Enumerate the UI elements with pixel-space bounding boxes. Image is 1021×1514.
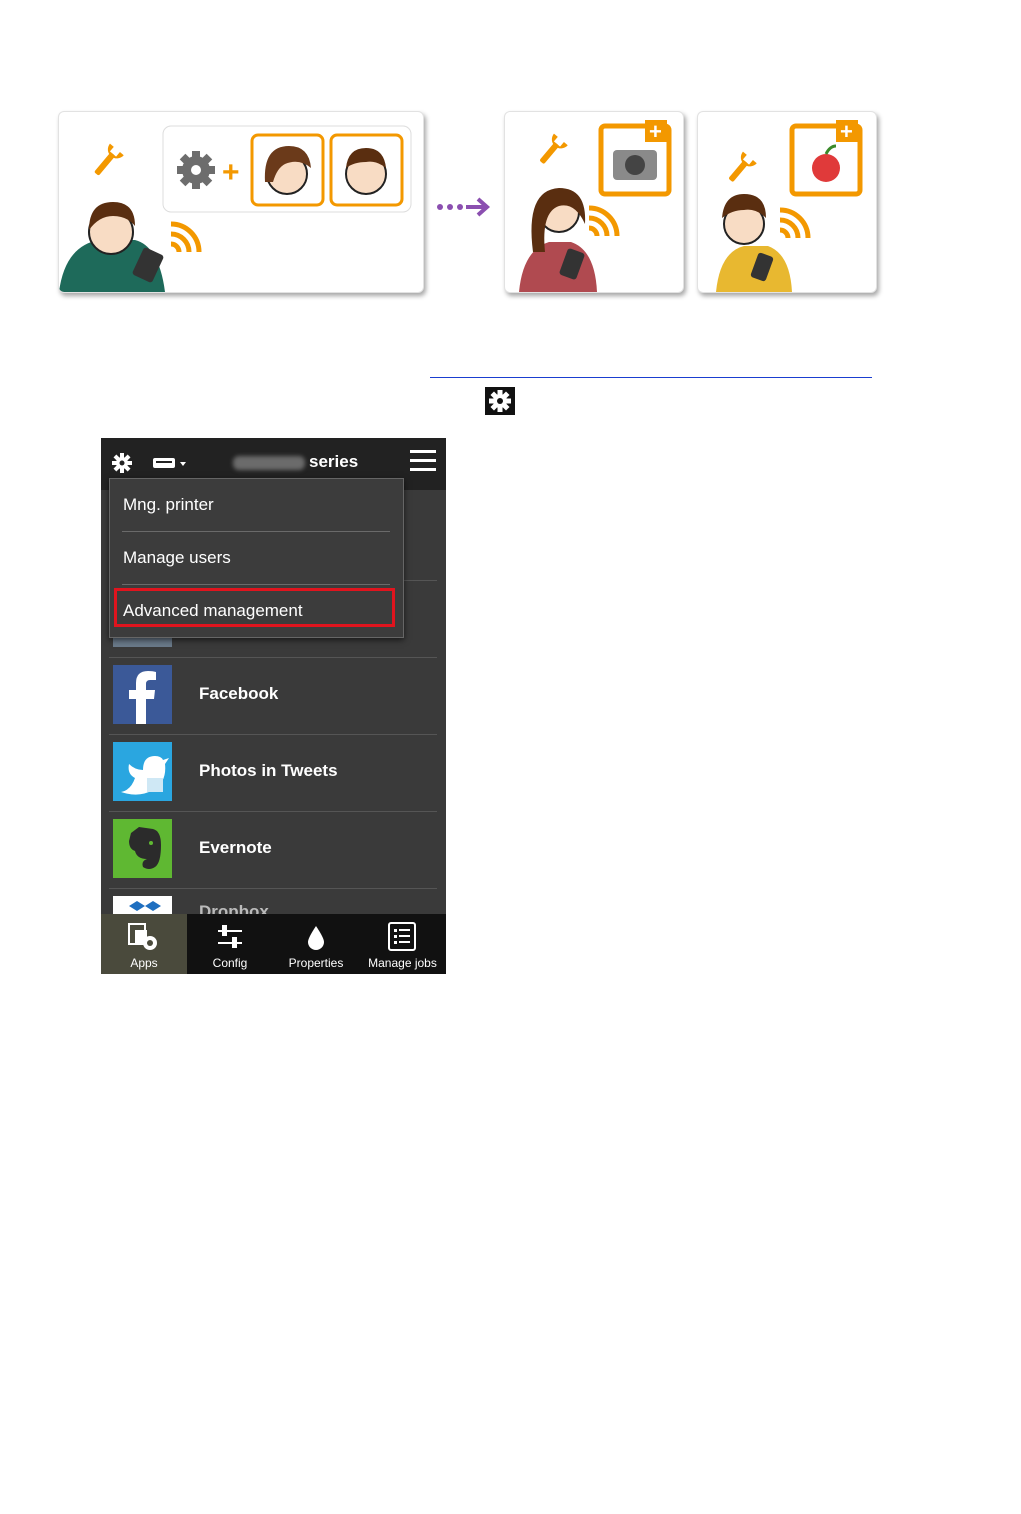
apple-drawing-icon [812,154,840,182]
settings-dropdown-menu: Mng. printer Manage users Advanced manag… [109,478,404,638]
wifi-signal-icon [588,205,620,237]
wrench-icon [94,143,124,176]
tab-label: Properties [288,956,344,970]
printer-select-icon[interactable] [151,454,189,472]
app-label: Evernote [199,838,272,857]
tab-label: Manage jobs [368,956,437,970]
svg-text:+: + [840,119,853,144]
job-list-icon [388,922,416,951]
twitter-photo-icon [113,742,172,801]
list-item[interactable]: Photos in Tweets [109,734,437,812]
hamburger-menu-icon[interactable] [410,450,436,472]
printer-model-blurred [233,456,305,470]
dotted-arrow-icon [437,197,491,217]
wrench-icon [540,133,568,164]
app-label: Photos in Tweets [199,761,338,780]
apps-icon [128,923,157,950]
illustration-woman-user: + [504,111,684,293]
wifi-signal-icon [170,221,202,253]
wrench-icon [729,151,757,182]
illustration-admin-setup: + [58,111,424,293]
illustration-boy-user: + [697,111,877,293]
tab-properties[interactable]: Properties [273,914,359,974]
list-item[interactable]: Evernote [109,811,437,889]
tab-manage-jobs[interactable]: Manage jobs [359,914,446,974]
menu-item-manage-users[interactable]: Manage users [122,532,390,584]
menu-item-label: Manage users [123,548,231,567]
settings-gear-icon [485,387,515,415]
tab-config[interactable]: Config [187,914,273,974]
man-with-phone-icon [59,202,165,292]
tab-apps[interactable]: Apps [101,914,187,974]
facebook-icon [113,665,172,724]
printer-series-title: series [309,452,359,471]
wifi-signal-icon [779,207,811,239]
tab-label: Apps [130,956,158,970]
dropbox-icon [113,896,172,916]
ink-drop-icon [308,926,324,950]
highlight-box [114,588,395,627]
bottom-tab-bar: Apps Config Properties Manage jobs [101,914,446,974]
menu-item-mng-printer[interactable]: Mng. printer [122,479,390,531]
gear-icon[interactable] [110,451,134,475]
config-sliders-icon [218,925,242,948]
evernote-icon [113,819,172,878]
svg-text:+: + [649,119,662,144]
tab-label: Config [212,956,248,970]
gear-icon [177,151,215,189]
svg-text:+: + [222,156,240,189]
link-underline[interactable] [430,377,872,378]
app-label: Facebook [199,684,279,703]
menu-item-label: Mng. printer [123,495,214,514]
woman-with-phone-icon [519,188,597,292]
list-item[interactable]: Facebook [109,657,437,735]
